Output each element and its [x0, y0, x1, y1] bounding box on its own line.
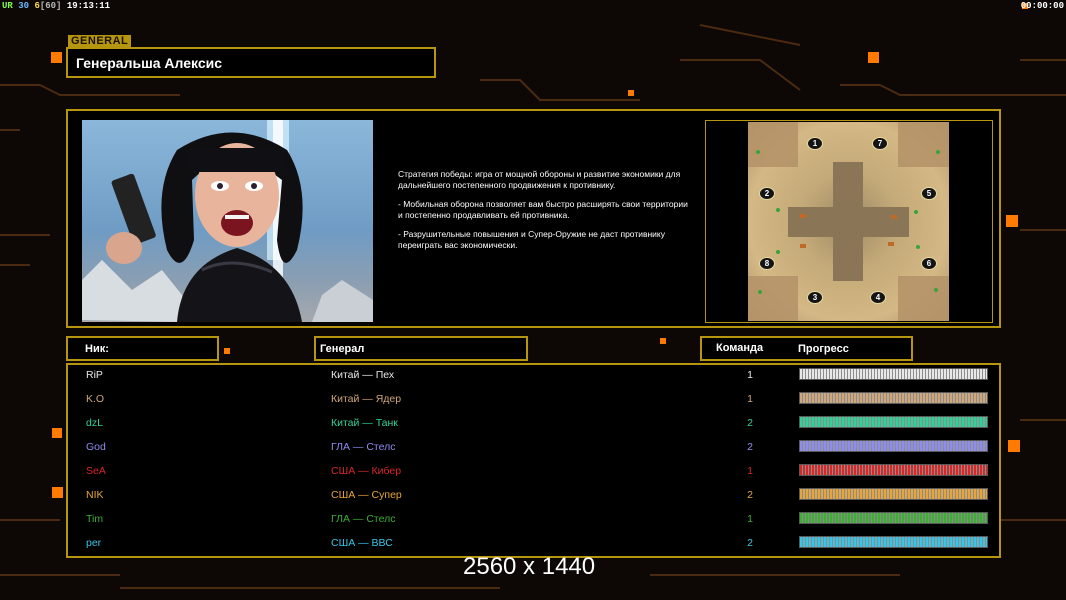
player-row: dzL Китай — Танк 2 — [68, 413, 999, 437]
player-progress-fill — [800, 537, 987, 547]
team-progress-header: Команда Прогресс — [700, 336, 913, 361]
strategy-line: - Мобильная оборона позволяет вам быстро… — [398, 199, 688, 220]
map-preview-frame: 1 7 2 5 8 6 3 4 — [705, 120, 993, 323]
general-portrait — [82, 120, 373, 322]
player-team: 1 — [747, 393, 753, 405]
player-row: K.O Китай — Ядер 1 — [68, 389, 999, 413]
strategy-description: Стратегия победы: игра от мощной обороны… — [398, 169, 688, 259]
player-nick: SeA — [86, 465, 106, 477]
map-spawn-marker: 5 — [921, 187, 937, 200]
map-spawn-marker: 2 — [759, 187, 775, 200]
hud-status: UR 30 6[60] 19:13:11 — [2, 1, 110, 11]
player-nick: RiP — [86, 369, 103, 381]
map-spawn-marker: 4 — [870, 291, 886, 304]
general-info-panel: Стратегия победы: игра от мощной обороны… — [66, 109, 1001, 328]
general-header-label: Генерал — [320, 343, 365, 355]
player-nick: Tim — [86, 513, 104, 525]
nick-header-label: Ник: — [85, 343, 109, 355]
player-team: 1 — [747, 369, 753, 381]
player-progress-fill — [800, 489, 987, 499]
player-nick: God — [86, 441, 106, 453]
player-general: Китай — Танк — [331, 417, 398, 429]
player-team: 2 — [747, 417, 753, 429]
player-team: 2 — [747, 489, 753, 501]
player-nick: dzL — [86, 417, 103, 429]
player-general: Китай — Пех — [331, 369, 395, 381]
player-general: ГЛА — Стелс — [331, 441, 396, 453]
resolution-label: 2560 x 1440 — [463, 553, 596, 580]
player-general: США — Супер — [331, 489, 402, 501]
progress-header-label: Прогресс — [798, 343, 849, 355]
player-progress-bar — [799, 464, 988, 476]
player-progress-fill — [800, 393, 987, 403]
player-progress-bar — [799, 392, 988, 404]
general-name: Генеральша Алексис — [76, 55, 223, 71]
player-team: 1 — [747, 513, 753, 525]
player-team: 1 — [747, 465, 753, 477]
hud-timer: 00:00:00 — [1020, 1, 1064, 11]
strategy-line: Стратегия победы: игра от мощной обороны… — [398, 169, 681, 190]
player-general: ГЛА — Стелс — [331, 513, 396, 525]
strategy-line: - Разрушительные повышения и Супер-Оружи… — [398, 229, 665, 250]
player-progress-bar — [799, 536, 988, 548]
player-nick: K.O — [86, 393, 105, 405]
player-progress-fill — [800, 441, 987, 451]
player-row: RiP Китай — Пех 1 — [68, 365, 999, 389]
player-progress-fill — [800, 417, 987, 427]
hud-fps-a: 30 — [18, 1, 30, 11]
map-spawn-marker: 7 — [872, 137, 888, 150]
player-nick: per — [86, 537, 102, 549]
map-preview: 1 7 2 5 8 6 3 4 — [748, 122, 949, 321]
player-row: NIK США — Супер 2 — [68, 485, 999, 509]
map-spawn-marker: 6 — [921, 257, 937, 270]
player-progress-bar — [799, 488, 988, 500]
player-progress-bar — [799, 440, 988, 452]
player-team: 2 — [747, 537, 753, 549]
player-row: SeA США — Кибер 1 — [68, 461, 999, 485]
player-general: Китай — Ядер — [331, 393, 402, 405]
player-progress-fill — [800, 369, 987, 379]
player-progress-bar — [799, 512, 988, 524]
hud-clock: 19:13:11 — [66, 1, 111, 11]
hud-ur-label: UR — [2, 1, 13, 11]
player-general: США — ВВС — [331, 537, 393, 549]
player-row: Tim ГЛА — Стелс 1 — [68, 509, 999, 533]
player-row: God ГЛА — Стелс 2 — [68, 437, 999, 461]
hud-fps-bracket: [60] — [39, 1, 62, 11]
nick-column-header: Ник: — [66, 336, 219, 361]
player-progress-fill — [800, 465, 987, 475]
map-spawn-marker: 1 — [807, 137, 823, 150]
map-spawn-marker: 8 — [759, 257, 775, 270]
map-spawn-marker: 3 — [807, 291, 823, 304]
player-progress-fill — [800, 513, 987, 523]
players-list: RiP Китай — Пех 1 K.O Китай — Ядер 1 dzL Китай … — [66, 363, 1001, 558]
player-progress-bar — [799, 416, 988, 428]
player-general: США — Кибер — [331, 465, 402, 477]
team-header-label: Команда — [716, 342, 764, 354]
player-progress-bar — [799, 368, 988, 380]
general-column-header: Генерал — [314, 336, 528, 361]
player-team: 2 — [747, 441, 753, 453]
general-title-box: Генеральша Алексис — [66, 47, 436, 78]
player-nick: NIK — [86, 489, 104, 501]
